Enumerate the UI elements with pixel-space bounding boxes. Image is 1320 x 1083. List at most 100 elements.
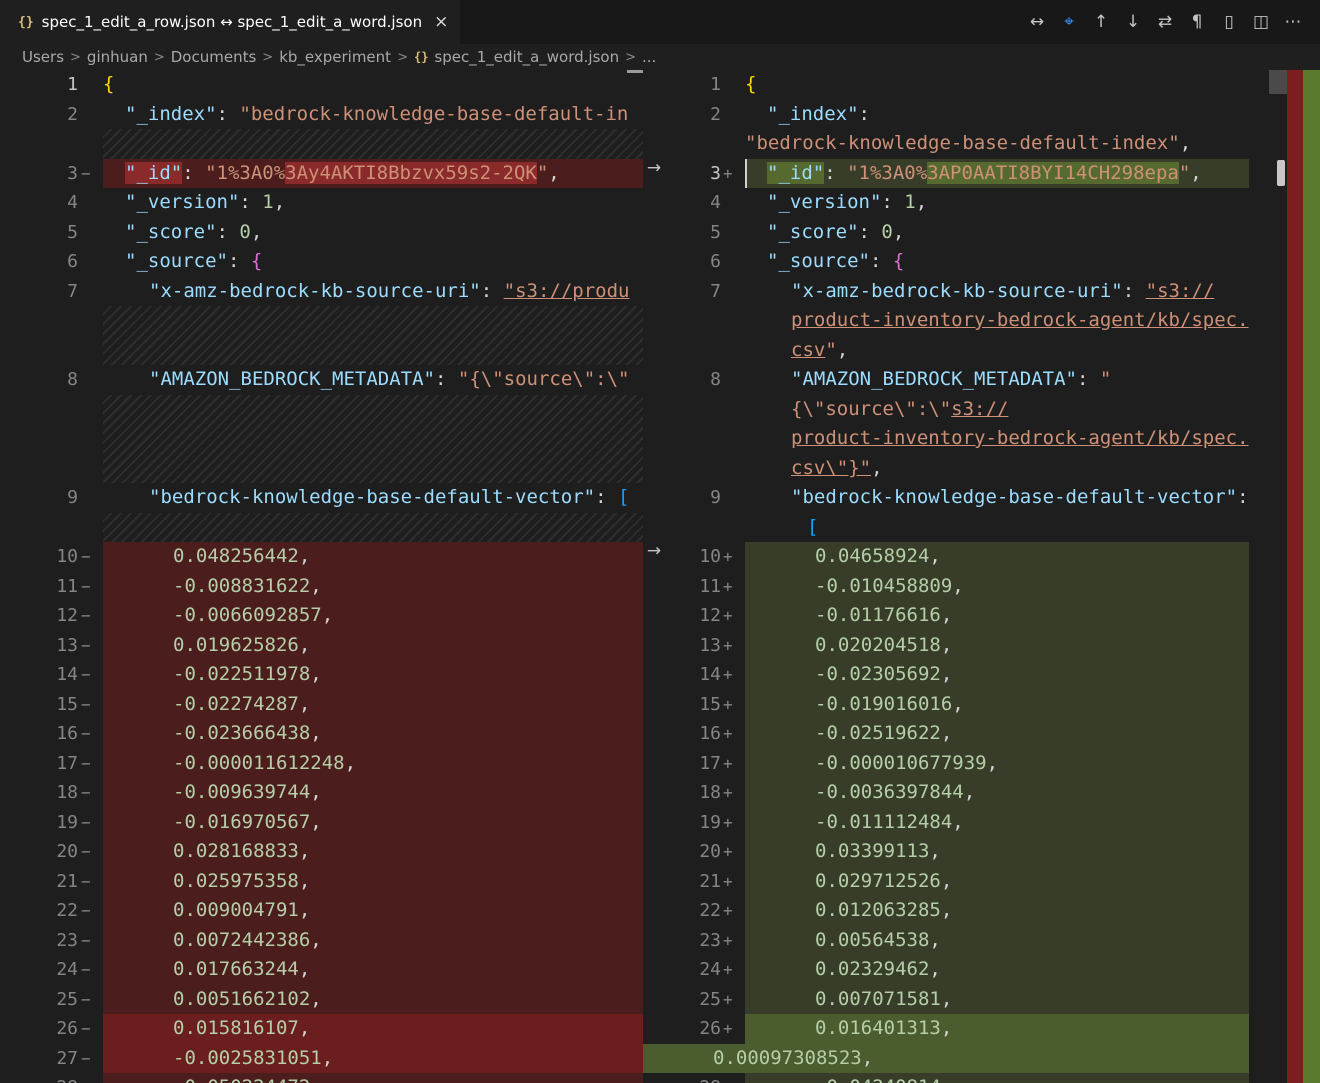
json-file-icon: {} [413, 50, 429, 64]
line-number: 3 [710, 162, 721, 184]
breadcrumb-item-users[interactable]: Users [22, 48, 64, 66]
code-line: 8 "AMAZON_BEDROCK_METADATA": "{\"source\… [0, 365, 643, 395]
minus-marker: − [81, 665, 91, 684]
json-string-changed: 3AP0AATI8BYI14CH298epa [927, 161, 1179, 184]
plus-marker: + [723, 783, 733, 802]
code-line-wrap: "bedrock-knowledge-base-default-index", [745, 132, 1192, 154]
code-line-deleted: 28−-0.050224472, [0, 1073, 643, 1083]
json-key: "AMAZON_BEDROCK_METADATA" [791, 368, 1077, 390]
scrollbar-indicator[interactable] [627, 70, 643, 73]
plus-marker: + [723, 694, 733, 714]
show-whitespace-icon[interactable]: ¶ [1184, 9, 1210, 35]
plus-marker: + [723, 547, 733, 566]
code-line-inserted: 11 + -0.010458809, [643, 571, 1285, 601]
json-number: 0.048256442 [173, 545, 299, 567]
line-number: 1 [67, 74, 78, 95]
json-number: 0 [239, 220, 251, 243]
plus-marker: + [723, 576, 733, 596]
diff-filler [0, 512, 643, 542]
code-line-wrap: {\"source\":\"s3:// [643, 395, 1285, 425]
ruler-deleted-band [1287, 70, 1303, 1083]
open-bracket: [ [807, 515, 819, 538]
split-editor-icon[interactable]: ◫ [1248, 9, 1274, 35]
json-number: 0.009004791 [173, 899, 299, 921]
code-line-deleted: 11− -0.008831622, [0, 571, 643, 601]
open-brace: { [892, 250, 905, 272]
json-number: -0.009639744 [173, 781, 311, 803]
json-number: 0.03399113 [815, 840, 930, 862]
plus-marker: + [723, 930, 733, 950]
json-number: -0.008831622 [173, 574, 311, 597]
swap-sides-icon[interactable]: ↔ [1024, 9, 1050, 35]
code-line-inserted: 10 +0.04658924, [643, 542, 1285, 572]
open-map-icon[interactable]: ▯ [1216, 9, 1242, 35]
scrollbar-thumb[interactable] [1277, 160, 1285, 186]
line-number: 2 [67, 103, 78, 125]
code-line: 1 { [0, 70, 643, 100]
json-key: "bedrock-knowledge-base-default-vector" [791, 486, 1238, 508]
json-string-link[interactable]: "s3://produ [504, 280, 630, 302]
line-number: 26 [56, 1018, 78, 1039]
code-line: 5 "_score": 0, [643, 218, 1285, 248]
code-line-inserted: 23 +0.00564538, [643, 925, 1285, 955]
breadcrumb-more[interactable]: ... [642, 48, 656, 66]
json-number: -0.000010677939 [815, 751, 987, 774]
json-number: -0.0025831051 [173, 1046, 322, 1069]
json-string-link[interactable]: product-inventory-bedrock-agent/kb/spec. [791, 424, 1249, 454]
breadcrumb-item-file[interactable]: spec_1_edit_a_word.json [434, 48, 619, 66]
json-string-changed: 3Ay4AKTI8Bbzvx59s2-2QK [285, 161, 537, 184]
line-number: 13 [699, 634, 721, 656]
code-line-inserted: 27+0.00097308523, [643, 1043, 1285, 1073]
code-line-inserted: 21 +0.029712526, [643, 866, 1285, 896]
code-line-inserted: 19 + -0.011112484, [643, 807, 1285, 837]
open-brace: { [745, 73, 757, 95]
breadcrumb-item-documents[interactable]: Documents [171, 48, 257, 66]
json-string-link[interactable]: product-inventory-bedrock-agent/kb/spec. [791, 306, 1249, 336]
json-string-link[interactable]: "s3:// [1146, 280, 1215, 302]
json-string-link[interactable]: csv\"}" [791, 457, 871, 479]
minus-marker: − [81, 547, 91, 566]
more-actions-icon[interactable]: ⋯ [1280, 9, 1306, 35]
line-number: 20 [699, 841, 721, 862]
json-number: 0.025975358 [173, 869, 299, 892]
original-editor[interactable]: 1 { 2 "_index": "bedrock-knowledge-base-… [0, 70, 643, 1083]
minus-marker: − [81, 753, 91, 773]
line-number: 6 [67, 251, 78, 272]
line-number: 8 [67, 369, 78, 390]
swap-icon[interactable]: ⇄ [1152, 9, 1178, 35]
line-number: 17 [699, 752, 721, 774]
tab-title: spec_1_edit_a_row.json ↔ spec_1_edit_a_w… [41, 13, 423, 31]
code-line-inserted: 20 +0.03399113, [643, 837, 1285, 867]
tab-bar: {} spec_1_edit_a_row.json ↔ spec_1_edit_… [0, 0, 1320, 44]
close-icon[interactable]: × [434, 12, 448, 32]
collapse-unchanged-icon[interactable]: ⌖ [1056, 9, 1082, 35]
line-number: 18 [56, 782, 78, 803]
breadcrumb-item-ginhuan[interactable]: ginhuan [87, 48, 148, 66]
overview-ruler[interactable] [1269, 70, 1320, 1083]
line-number: 14 [699, 664, 721, 685]
line-number: 4 [710, 192, 721, 213]
json-string: "bedrock-knowledge-base-default-in [239, 102, 629, 125]
modified-editor[interactable]: 1 { 2 "_index": "bedrock-knowledge-base-… [643, 70, 1285, 1083]
line-number: 6 [710, 251, 721, 272]
code-line-inserted: 17 + -0.000010677939, [643, 748, 1285, 778]
line-number: 10 [699, 546, 721, 567]
next-change-icon[interactable]: ↓ [1120, 9, 1146, 35]
previous-change-icon[interactable]: ↑ [1088, 9, 1114, 35]
minus-marker: − [81, 1019, 91, 1038]
code-line-inserted: 15 + -0.019016016, [643, 689, 1285, 719]
line-number: 20 [56, 841, 78, 862]
json-string-link[interactable]: csv [791, 339, 825, 361]
json-string-link[interactable]: s3:// [951, 398, 1008, 420]
code-line: 2 "_index": "bedrock-knowledge-base-defa… [0, 100, 643, 130]
minus-marker: − [81, 901, 91, 920]
json-key: "_id" [125, 161, 183, 184]
code-line-deleted: 26−0.015816107, [0, 1014, 643, 1044]
plus-marker: + [723, 665, 733, 684]
code-line: 5 "_score": 0, [0, 218, 643, 248]
diff-editor-tab[interactable]: {} spec_1_edit_a_row.json ↔ spec_1_edit_… [0, 0, 460, 44]
code-line-inserted: 16 + -0.02519622, [643, 719, 1285, 749]
json-number: 0.015816107 [173, 1017, 299, 1039]
breadcrumb-item-kb-experiment[interactable]: kb_experiment [279, 48, 391, 66]
json-key: "_source" [125, 250, 228, 272]
